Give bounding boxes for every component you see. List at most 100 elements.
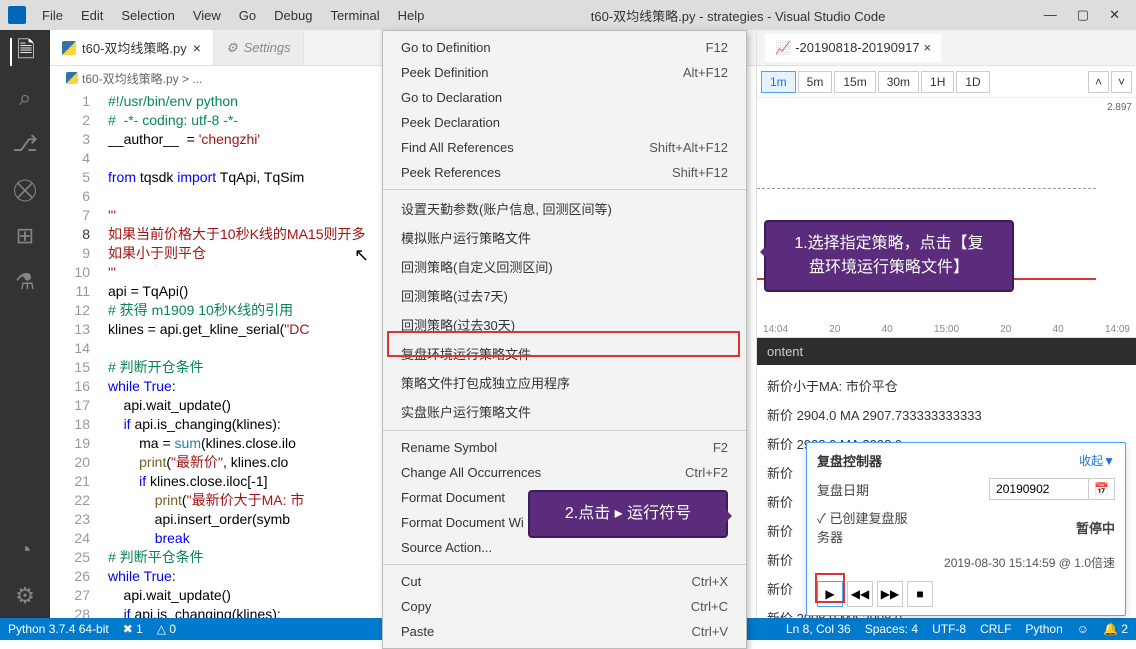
chevron-down-icon[interactable]: ˅	[1111, 71, 1132, 93]
tab-label: Settings	[244, 40, 291, 55]
status-errors[interactable]: ✖ 1	[123, 622, 143, 636]
gear-icon: ⚙	[226, 40, 238, 56]
window-controls: — ▢ ✕	[1044, 7, 1128, 23]
status-feedback[interactable]: ☺	[1077, 622, 1089, 636]
context-menu-item[interactable]: Source Action...	[383, 535, 746, 560]
calendar-icon[interactable]: 📅	[1088, 478, 1115, 500]
menu-file[interactable]: File	[34, 4, 71, 27]
status-spaces[interactable]: Spaces: 4	[865, 622, 918, 636]
line-number: 11	[50, 282, 90, 301]
line-number: 19	[50, 434, 90, 453]
chevron-up-icon[interactable]: ˄	[1088, 71, 1109, 93]
callout-1-line2: 盘环境运行策略文件】	[782, 256, 996, 280]
chart-time-label: 20	[1000, 324, 1011, 335]
maximize-icon[interactable]: ▢	[1077, 7, 1089, 23]
menu-edit[interactable]: Edit	[73, 4, 111, 27]
context-menu-item[interactable]: PasteCtrl+V	[383, 619, 746, 644]
timeframe-button[interactable]: 1H	[921, 71, 954, 93]
line-number: 5	[50, 168, 90, 187]
status-warnings[interactable]: △ 0	[157, 622, 176, 636]
rewind-button[interactable]: ◀◀	[847, 581, 873, 607]
status-lang[interactable]: Python	[1025, 622, 1062, 636]
line-number: 18	[50, 415, 90, 434]
callout-1: 1.选择指定策略，点击【复 盘环境运行策略文件】	[764, 220, 1014, 292]
editor-tab[interactable]: ⚙ Settings	[214, 30, 304, 65]
context-menu-item[interactable]: 策略文件打包成独立应用程序	[383, 368, 746, 397]
context-menu-item[interactable]: 回测策略(过去30天)	[383, 310, 746, 339]
chart-area[interactable]: 2.897 14:04204015:00204014:09	[757, 98, 1136, 338]
status-lncol[interactable]: Ln 8, Col 36	[786, 622, 851, 636]
context-menu-item[interactable]: 设置天勤参数(账户信息, 回测区间等)	[383, 194, 746, 223]
flask-icon[interactable]: ⚗	[11, 268, 39, 296]
collapse-link[interactable]: 收起▼	[1079, 452, 1115, 469]
line-number: 17	[50, 396, 90, 415]
line-number: 10	[50, 263, 90, 282]
status-python[interactable]: Python 3.7.4 64-bit	[8, 622, 109, 636]
menu-debug[interactable]: Debug	[266, 4, 320, 27]
close-icon[interactable]: ×	[924, 40, 932, 55]
context-menu-item[interactable]: Peek DefinitionAlt+F12	[383, 60, 746, 85]
status-bell[interactable]: 🔔 2	[1103, 622, 1128, 636]
context-menu-item[interactable]: CopyCtrl+C	[383, 594, 746, 619]
python-file-icon	[62, 41, 76, 55]
context-menu-item[interactable]: CutCtrl+X	[383, 569, 746, 594]
context-menu-item[interactable]: Rename SymbolF2	[383, 435, 746, 460]
line-number: 28	[50, 605, 90, 618]
chart-time-label: 15:00	[934, 324, 959, 335]
replay-date-input[interactable]	[989, 478, 1089, 500]
context-menu-item[interactable]: Go to DefinitionF12	[383, 35, 746, 60]
context-menu-item[interactable]: Change All OccurrencesCtrl+F2	[383, 460, 746, 485]
status-eol[interactable]: CRLF	[980, 622, 1011, 636]
menu-help[interactable]: Help	[390, 4, 433, 27]
context-menu-item[interactable]: Find All ReferencesShift+Alt+F12	[383, 135, 746, 160]
chart-time-label: 20	[829, 324, 840, 335]
timeframe-button[interactable]: 5m	[798, 71, 833, 93]
explorer-icon[interactable]: 🗎	[10, 38, 38, 66]
editor-tab[interactable]: t60-双均线策略.py×	[50, 30, 214, 65]
close-icon[interactable]: ×	[193, 40, 201, 56]
timeframe-button[interactable]: 1D	[956, 71, 989, 93]
forward-button[interactable]: ▶▶	[877, 581, 903, 607]
replay-state: 暂停中	[1076, 518, 1115, 537]
menu-go[interactable]: Go	[231, 4, 264, 27]
timeframe-button[interactable]: 30m	[878, 71, 919, 93]
line-number: 14	[50, 339, 90, 358]
source-control-icon[interactable]: ⎇	[11, 130, 39, 158]
timeframe-button[interactable]: 15m	[834, 71, 875, 93]
context-menu-item[interactable]: 回测策略(自定义回测区间)	[383, 252, 746, 281]
line-number: 9	[50, 244, 90, 263]
context-menu-item[interactable]: 复盘环境运行策略文件	[383, 339, 746, 368]
line-number: 26	[50, 567, 90, 586]
context-menu-item[interactable]: 模拟账户运行策略文件	[383, 223, 746, 252]
chart-time-label: 40	[882, 324, 893, 335]
search-icon[interactable]: ⌕	[11, 84, 39, 112]
context-menu-item[interactable]: 实盘账户运行策略文件	[383, 397, 746, 426]
close-icon[interactable]: ✕	[1109, 7, 1120, 23]
line-number: 25	[50, 548, 90, 567]
context-menu-item[interactable]: Go to Declaration	[383, 85, 746, 110]
line-gutter: 1234567891011121314151617181920212223242…	[50, 90, 108, 618]
context-menu-item[interactable]: 回测策略(过去7天)	[383, 281, 746, 310]
extensions-icon[interactable]: ⊞	[11, 222, 39, 250]
play-button[interactable]: ▶	[817, 581, 843, 607]
menu-selection[interactable]: Selection	[113, 4, 182, 27]
line-number: 12	[50, 301, 90, 320]
stop-button[interactable]: ■	[907, 581, 933, 607]
line-number: 20	[50, 453, 90, 472]
context-menu-item[interactable]: Peek Declaration	[383, 110, 746, 135]
chart-time-label: 14:04	[763, 324, 788, 335]
status-encoding[interactable]: UTF-8	[932, 622, 966, 636]
account-icon[interactable]: ◔	[11, 536, 39, 564]
chart-toolbar: 1m5m15m30m1H1D ˄ ˅	[757, 66, 1136, 98]
replay-title: 复盘控制器	[817, 451, 882, 470]
gear-icon[interactable]: ⚙	[11, 582, 39, 610]
right-panel-tab[interactable]: 📈 -20190818-20190917 ×	[765, 34, 941, 62]
minimize-icon[interactable]: —	[1044, 7, 1057, 23]
debug-icon[interactable]: ⛒	[11, 176, 39, 204]
menu-view[interactable]: View	[185, 4, 229, 27]
timeframe-button[interactable]: 1m	[761, 71, 796, 93]
context-menu-item[interactable]: Peek ReferencesShift+F12	[383, 160, 746, 185]
line-number: 1	[50, 92, 90, 111]
menu-terminal[interactable]: Terminal	[322, 4, 387, 27]
vscode-logo-icon	[8, 6, 26, 24]
